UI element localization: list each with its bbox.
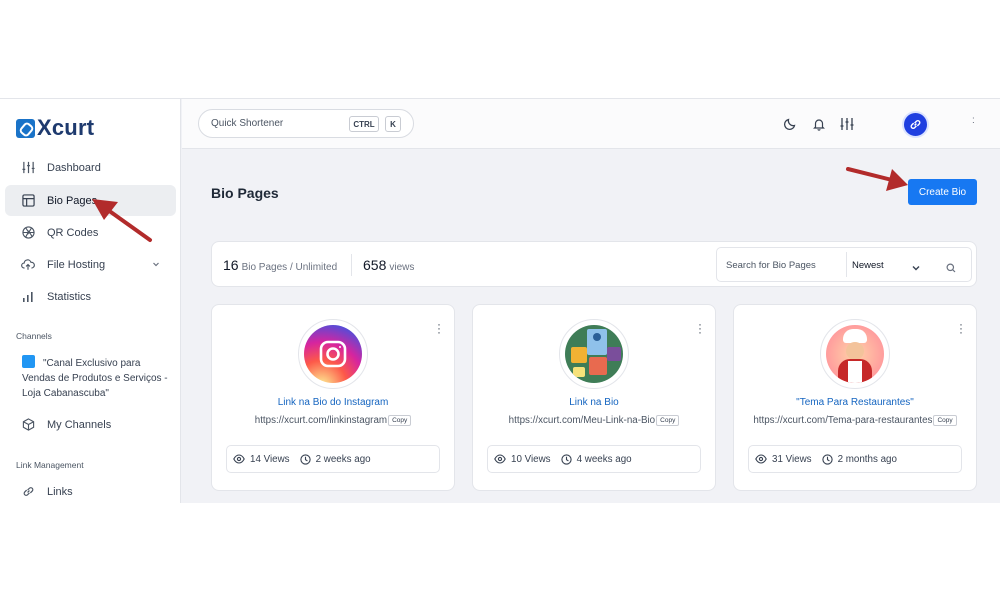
sidebar-item-label: File Hosting [47,258,106,271]
views-count: 658 views [363,257,415,273]
chevron-down-icon [152,259,160,271]
channels-section-label: Channels [16,331,52,341]
bell-icon[interactable] [811,116,827,132]
copy-button[interactable]: Copy [656,415,680,426]
bio-thumbnail [298,319,368,389]
eye-icon [494,454,506,464]
aperture-icon [21,226,35,240]
bio-url: https://xcurt.com/linkinstagram Copy [212,415,454,426]
bio-card[interactable]: · · · Link na Bio https://xcurt.com/Meu-Li… [472,304,716,491]
sidebar-item-label: Bio Pages [47,194,98,207]
views-stat: 14 Views [233,454,290,465]
bio-url: https://xcurt.com/Meu-Link-na-Bio Copy [473,415,715,426]
sidebar-item-statistics[interactable]: Statistics [5,281,176,312]
sidebar-item-bio-pages[interactable]: Bio Pages [5,185,176,216]
sidebar-item-label: Links [47,485,73,498]
search-icon[interactable] [946,260,956,278]
sidebar-item-label: Dashboard [47,161,101,174]
clock-icon [299,453,311,465]
bio-card[interactable]: · · · "Tema Para Restaurantes" https://xcu… [733,304,977,491]
channel-name: "Canal Exclusivo para Vendas de Produtos… [22,358,168,399]
topbar: Quick Shortener CTRL K : [182,99,1000,149]
avatar[interactable] [902,111,929,138]
sidebar-item-dashboard[interactable]: Dashboard [5,152,176,183]
bio-name[interactable]: "Tema Para Restaurantes" [734,397,976,408]
age-stat: 2 months ago [821,453,897,465]
bar-chart-icon [21,290,35,304]
sliders-icon [21,161,35,175]
bio-illustration-icon [565,325,623,383]
brand-name: Xcurt [37,115,95,140]
copy-button[interactable]: Copy [388,415,412,426]
more-options-icon[interactable]: · · · [437,318,441,338]
bio-thumbnail [820,319,890,389]
sidebar-item-qr-codes[interactable]: QR Codes [5,217,176,248]
create-bio-button[interactable]: Create Bio [908,179,977,205]
views-stat: 10 Views [494,454,551,465]
sidebar: Xcurt Dashboard Bio Pages QR Codes File [0,99,181,503]
logo[interactable]: Xcurt [16,115,94,141]
sidebar-item-label: Statistics [47,290,92,303]
bio-pages-count: 16 Bio Pages / Unlimited [223,257,338,273]
age-stat: 4 weeks ago [560,453,632,465]
age-stat: 2 weeks ago [299,453,371,465]
sidebar-item-label: QR Codes [47,226,99,239]
more-options-icon[interactable]: · · · [959,318,963,338]
link-icon [21,485,35,499]
clock-icon [821,453,833,465]
chevron-down-icon[interactable] [911,260,921,278]
sidebar-item-file-hosting[interactable]: File Hosting [5,249,176,280]
bio-name[interactable]: Link na Bio do Instagram [212,397,454,408]
app-frame: Xcurt Dashboard Bio Pages QR Codes File [0,98,1000,503]
sidebar-item-my-channels[interactable]: My Channels [5,409,176,440]
eye-icon [233,454,245,464]
bio-url: https://xcurt.com/Tema-para-restaurantes… [734,415,976,426]
cloud-upload-icon [21,258,35,272]
kbd-k: K [385,116,401,132]
eye-icon [755,454,767,464]
sidebar-item-label: My Channels [47,418,112,431]
sidebar-item-links[interactable]: Links [5,476,176,503]
bio-thumbnail [559,319,629,389]
bio-name[interactable]: Link na Bio [473,397,715,408]
bio-filter: Search for Bio Pages Newest [716,247,972,282]
logo-icon [16,118,35,138]
kbd-ctrl: CTRL [349,116,379,132]
bio-meta: 14 Views 2 weeks ago [226,445,440,473]
channel-color-swatch [22,355,35,368]
stats-bar: 16 Bio Pages / Unlimited 658 views Search … [211,241,977,287]
divider [846,252,847,277]
more-options-icon[interactable]: · · · [698,318,702,338]
clock-icon [560,453,572,465]
bio-meta: 10 Views 4 weeks ago [487,445,701,473]
quick-shortener-label: Quick Shortener [211,118,284,129]
copy-button[interactable]: Copy [933,415,957,426]
moon-icon[interactable] [782,116,798,132]
chef-illustration-icon [826,325,884,383]
link-management-section-label: Link Management [16,460,84,470]
link-icon [910,120,921,129]
search-bio-pages-input[interactable]: Search for Bio Pages [726,260,816,271]
box-icon [21,418,35,432]
bio-card[interactable]: · · · Link na Bio do Instagram https://xcu… [211,304,455,491]
sliders-icon[interactable] [839,116,855,132]
quick-shortener-input[interactable]: Quick Shortener CTRL K [198,109,414,138]
channel-item[interactable]: "Canal Exclusivo para Vendas de Produtos… [22,355,172,401]
sort-select[interactable]: Newest [852,260,884,271]
views-stat: 31 Views [755,454,812,465]
divider [351,254,352,276]
layout-icon [21,194,35,208]
page-title: Bio Pages [211,185,279,201]
bio-meta: 31 Views 2 months ago [748,445,962,473]
instagram-icon [304,325,362,383]
user-menu-trigger[interactable]: : [972,115,975,126]
